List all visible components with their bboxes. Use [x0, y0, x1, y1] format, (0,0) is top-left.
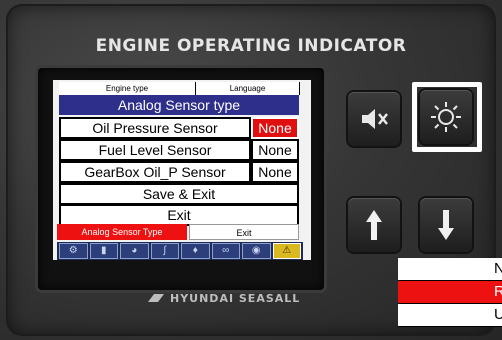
oil-icon[interactable]: ♦	[181, 243, 210, 259]
gearbox-oil-sensor-value[interactable]: None	[251, 161, 299, 183]
brand-name: HYUNDAI SEASALL	[170, 292, 301, 305]
battery-icon[interactable]: ▮	[89, 243, 118, 259]
fuel-level-sensor-label[interactable]: Fuel Level Sensor	[59, 139, 251, 161]
down-button[interactable]	[420, 198, 472, 252]
status-icon-bar: ⚙ ▮ ◕ ∫ ♦ ∞ ◉ ⚠	[57, 242, 303, 260]
save-exit-button[interactable]: Save & Exit	[59, 183, 299, 205]
fuel-level-sensor-value[interactable]: None	[251, 139, 299, 161]
temperature-icon[interactable]: ∫	[150, 243, 179, 259]
menu-title: Analog Sensor type	[59, 95, 299, 115]
header-language[interactable]: Language	[196, 82, 300, 95]
header-engine-type[interactable]: Engine type	[59, 82, 196, 95]
lcd-screen: Engine type Language Analog Sensor type …	[53, 80, 311, 260]
footer-exit[interactable]: Exit	[189, 224, 299, 240]
dropdown-option-un[interactable]: Un	[398, 304, 502, 327]
device-title: ENGINE OPERATING INDICATOR	[95, 36, 407, 56]
arrow-up-icon	[366, 210, 382, 240]
up-button[interactable]	[348, 198, 400, 252]
arrow-down-icon	[438, 210, 454, 240]
dropdown-option-none[interactable]: None	[398, 258, 502, 281]
rpm-icon[interactable]: ∞	[211, 243, 240, 259]
selection-highlight	[412, 82, 482, 152]
warning-icon[interactable]: ⚠	[272, 243, 301, 259]
dropdown-option-resistive[interactable]: Resistive	[398, 281, 502, 304]
gauge-icon[interactable]: ◕	[120, 243, 149, 259]
mute-icon	[362, 109, 388, 129]
oil-pressure-sensor-label[interactable]: Oil Pressure Sensor	[59, 117, 251, 139]
mute-button[interactable]	[348, 92, 400, 146]
footer-analog-sensor-type[interactable]: Analog Sensor Type	[57, 224, 187, 240]
fuel-icon[interactable]: ◉	[242, 243, 271, 259]
exit-button[interactable]: Exit	[59, 204, 299, 226]
gearbox-oil-sensor-label[interactable]: GearBox Oil_P Sensor	[59, 161, 251, 183]
sensor-type-dropdown[interactable]: None Resistive Un	[398, 258, 502, 327]
engine-icon[interactable]: ⚙	[59, 243, 88, 259]
brand-logo-icon	[148, 294, 164, 302]
oil-pressure-sensor-value[interactable]: None	[251, 117, 299, 139]
